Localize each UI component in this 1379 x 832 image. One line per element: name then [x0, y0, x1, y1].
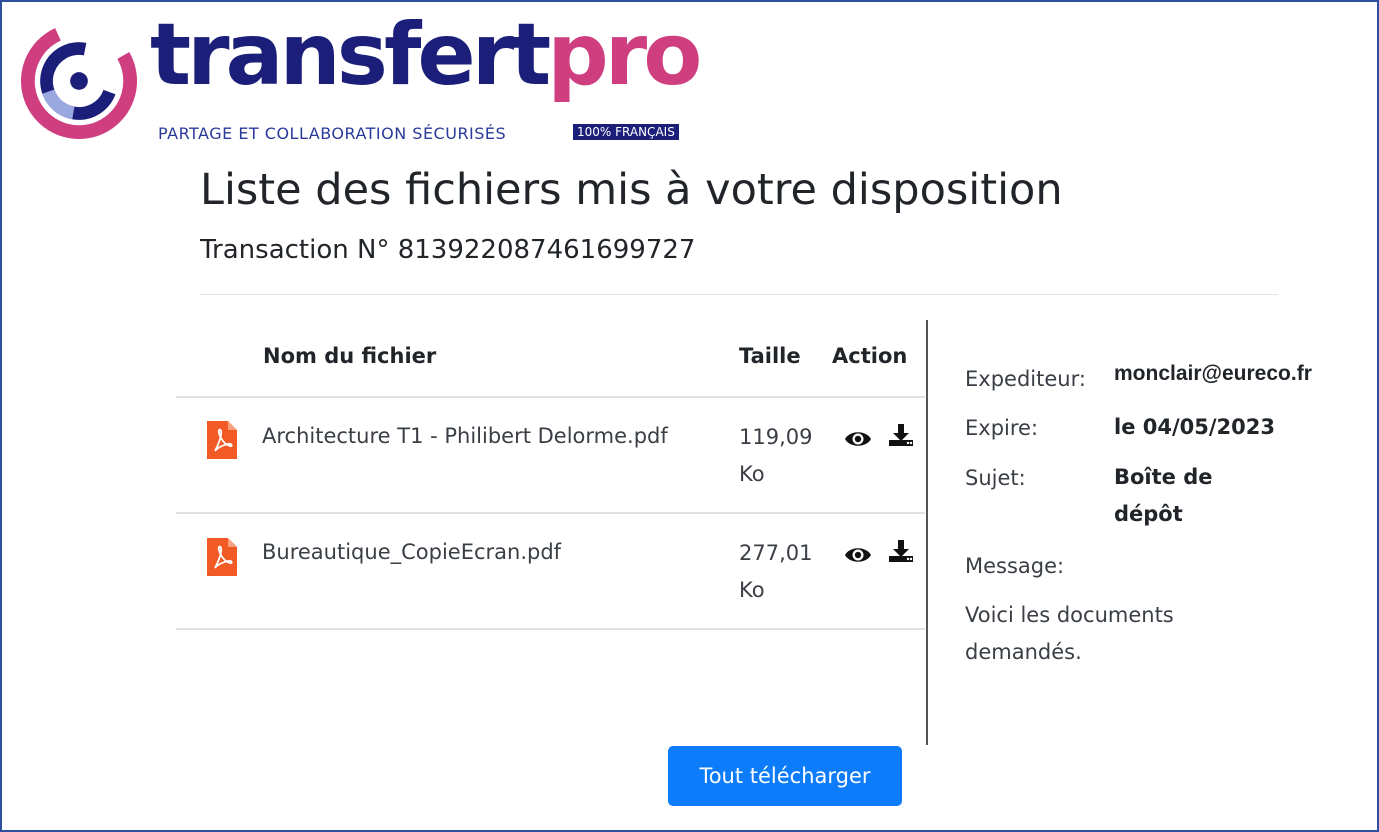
logo: transfertpro PARTAGE ET COLLABORATION SÉ… — [20, 12, 720, 145]
logo-wordmark: transfertpro — [150, 5, 702, 105]
file-name[interactable]: Architecture T1 - Philibert Delorme.pdf — [262, 424, 668, 448]
page-title: Liste des fichiers mis à votre dispositi… — [200, 165, 1063, 215]
vertical-divider — [926, 320, 928, 745]
sender-value: monclair@eureco.fr — [1114, 362, 1312, 385]
page-frame: transfertpro PARTAGE ET COLLABORATION SÉ… — [0, 0, 1379, 832]
column-header-name: Nom du fichier — [263, 344, 437, 368]
column-header-action: Action — [832, 344, 908, 368]
eye-icon[interactable] — [844, 427, 872, 451]
download-icon[interactable] — [887, 539, 915, 563]
row-divider — [176, 628, 925, 630]
file-size: 119,09 Ko — [739, 425, 813, 486]
logo-tagline: PARTAGE ET COLLABORATION SÉCURISÉS — [158, 124, 507, 143]
message-label: Message: — [965, 554, 1065, 578]
transaction-number: Transaction N° 813922087461699727 — [200, 235, 696, 265]
transfertpro-logo-mark — [20, 22, 138, 140]
logo-badge: 100% FRANÇAIS — [573, 124, 679, 140]
header-divider — [200, 294, 1278, 295]
file-size: 277,01 Ko — [739, 541, 813, 602]
pdf-icon — [207, 538, 237, 576]
row-divider — [176, 512, 925, 514]
download-icon[interactable] — [887, 423, 915, 447]
expires-label: Expire: — [965, 416, 1039, 440]
pdf-icon — [207, 421, 237, 459]
file-name[interactable]: Bureautique_CopieEcran.pdf — [262, 540, 561, 564]
download-all-button[interactable]: Tout télécharger — [668, 746, 902, 806]
subject-value: Boîte de dépôt — [1114, 465, 1213, 526]
subject-label: Sujet: — [965, 466, 1026, 490]
column-header-size: Taille — [739, 344, 801, 368]
table-header-divider — [176, 396, 925, 398]
message-value: Voici les documents demandés. — [965, 603, 1174, 664]
eye-icon[interactable] — [844, 543, 872, 567]
expires-value: le 04/05/2023 — [1114, 415, 1275, 439]
sender-label: Expediteur: — [965, 367, 1086, 391]
